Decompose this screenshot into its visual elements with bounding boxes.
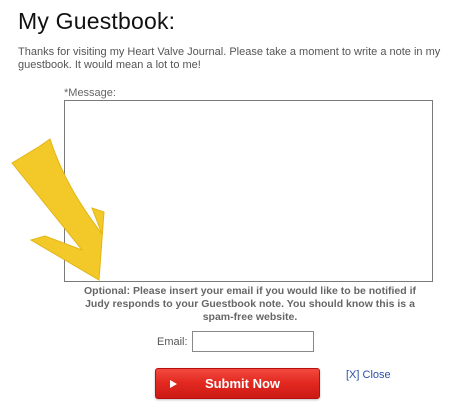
- page-title: My Guestbook:: [18, 8, 176, 34]
- message-label: *Message:: [64, 87, 116, 99]
- close-link[interactable]: [X] Close: [346, 369, 391, 381]
- intro-text: Thanks for visiting my Heart Valve Journ…: [18, 46, 441, 71]
- email-label: Email:: [157, 336, 188, 348]
- submit-button[interactable]: Submit Now: [155, 368, 320, 399]
- email-field[interactable]: [192, 331, 314, 352]
- optional-email-note: Optional: Please insert your email if yo…: [84, 285, 416, 323]
- submit-button-label: Submit Now: [204, 376, 281, 391]
- message-textarea[interactable]: [64, 100, 433, 282]
